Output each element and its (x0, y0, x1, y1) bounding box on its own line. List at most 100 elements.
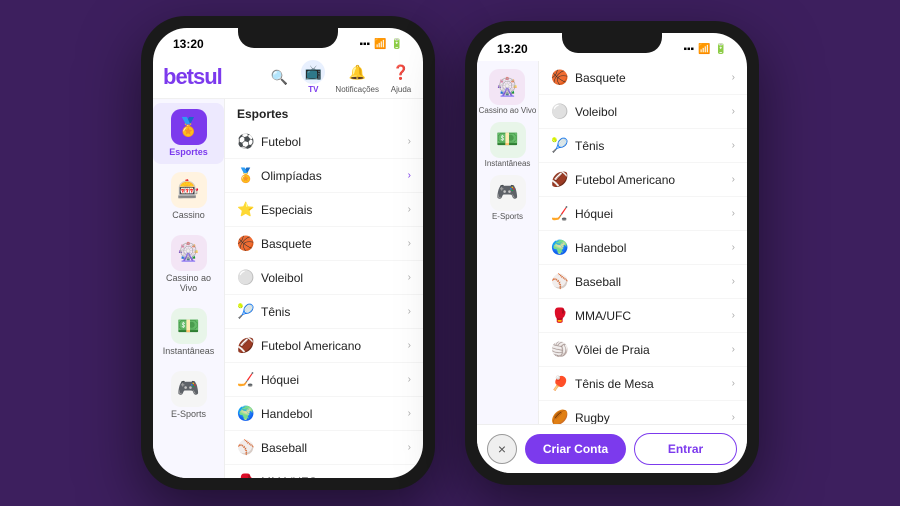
handebol-name: Handebol (261, 407, 402, 421)
notif-label: Notificações (335, 85, 379, 94)
sport-baseball[interactable]: ⚾ Baseball › (225, 431, 423, 465)
r-sport-tenis[interactable]: 🎾 Tênis › (539, 129, 747, 163)
signal-icon: ▪▪▪ (359, 39, 370, 50)
r-tenis-name: Tênis (575, 139, 726, 153)
r-sport-futebol-americano[interactable]: 🏈 Futebol Americano › (539, 163, 747, 197)
r-volei-praia-chevron: › (732, 344, 735, 355)
sport-olimpiadas[interactable]: 🏅 Olimpíadas › (225, 159, 423, 193)
notifications-nav-item[interactable]: 🔔 Notificações (335, 60, 379, 94)
handebol-chevron: › (408, 408, 411, 419)
right-battery-icon: 🔋 (715, 44, 727, 55)
basquete-chevron: › (408, 238, 411, 249)
right-instantaneas-icon: 💵 (490, 122, 526, 158)
r-rugby-chevron: › (732, 412, 735, 423)
r-baseball-chevron: › (732, 276, 735, 287)
r-volei-praia-name: Vôlei de Praia (575, 343, 726, 357)
especiais-icon: ⭐ (237, 201, 255, 218)
instantaneas-label: Instantâneas (163, 346, 215, 357)
close-button[interactable]: × (487, 434, 517, 464)
right-cassino-ao-vivo-icon: 🎡 (489, 69, 525, 105)
r-basquete-name: Basquete (575, 71, 726, 85)
r-sport-baseball[interactable]: ⚾ Baseball › (539, 265, 747, 299)
r-sport-basquete[interactable]: 🏀 Basquete › (539, 61, 747, 95)
especiais-name: Especiais (261, 203, 402, 217)
r-sport-handebol[interactable]: 🌍 Handebol › (539, 231, 747, 265)
voleibol-icon: ⚪ (237, 269, 255, 286)
cassino-ao-vivo-label: Cassino ao Vivo (157, 273, 220, 295)
sidebar-item-cassino-ao-vivo[interactable]: 🎡 Cassino ao Vivo (153, 229, 224, 301)
sport-hoquei[interactable]: 🏒 Hóquei › (225, 363, 423, 397)
cassino-ao-vivo-icon: 🎡 (171, 235, 207, 271)
sports-header: Esportes (225, 99, 423, 125)
sidebar-item-cassino[interactable]: 🎰 Cassino (153, 166, 224, 227)
baseball-name: Baseball (261, 441, 402, 455)
right-instantaneas-label: Instantâneas (485, 160, 531, 169)
help-nav-item[interactable]: ❓ Ajuda (389, 60, 413, 94)
help-label: Ajuda (391, 85, 411, 94)
sport-handebol[interactable]: 🌍 Handebol › (225, 397, 423, 431)
sport-voleibol[interactable]: ⚪ Voleibol › (225, 261, 423, 295)
baseball-chevron: › (408, 442, 411, 453)
right-sidebar-cassino-ao-vivo[interactable]: 🎡 Cassino ao Vivo (479, 69, 537, 116)
top-nav: betsul 🔍 📺 TV 🔔 Notificações ❓ (153, 56, 423, 99)
r-basquete-chevron: › (732, 72, 735, 83)
sport-basquete[interactable]: 🏀 Basquete › (225, 227, 423, 261)
r-hoquei-name: Hóquei (575, 207, 726, 221)
sport-futebol[interactable]: ⚽ Futebol › (225, 125, 423, 159)
sidebar-item-instantaneas[interactable]: 💵 Instantâneas (153, 302, 224, 363)
futebol-americano-chevron: › (408, 340, 411, 351)
mma-chevron: › (408, 476, 411, 478)
sidebar-item-esportes[interactable]: 🏅 Esportes (153, 103, 224, 164)
r-tenis-mesa-icon: 🏓 (551, 375, 569, 392)
sport-futebol-americano[interactable]: 🏈 Futebol Americano › (225, 329, 423, 363)
r-hoquei-chevron: › (732, 208, 735, 219)
right-sidebar-esports[interactable]: 🎮 E-Sports (490, 175, 526, 222)
tv-label: TV (308, 85, 318, 94)
criar-conta-button[interactable]: Criar Conta (525, 434, 626, 464)
entrar-button[interactable]: Entrar (634, 433, 737, 465)
bottom-bar: × Criar Conta Entrar (477, 424, 747, 473)
r-tenis-mesa-chevron: › (732, 378, 735, 389)
sport-mma[interactable]: 🥊 MMA/UFC › (225, 465, 423, 478)
right-sidebar-instantaneas[interactable]: 💵 Instantâneas (485, 122, 531, 169)
hoquei-icon: 🏒 (237, 371, 255, 388)
r-mma-chevron: › (732, 310, 735, 321)
cassino-icon: 🎰 (171, 172, 207, 208)
right-sports-list: 🏀 Basquete › ⚪ Voleibol › 🎾 Tênis › (539, 61, 747, 427)
sport-tenis[interactable]: 🎾 Tênis › (225, 295, 423, 329)
olimpiadas-icon: 🏅 (237, 167, 255, 184)
r-sport-tenis-de-mesa[interactable]: 🏓 Tênis de Mesa › (539, 367, 747, 401)
esportes-icon: 🏅 (171, 109, 207, 145)
sport-especiais[interactable]: ⭐ Especiais › (225, 193, 423, 227)
r-handebol-icon: 🌍 (551, 239, 569, 256)
sidebar-item-esports[interactable]: 🎮 E-Sports (153, 365, 224, 426)
futebol-americano-name: Futebol Americano (261, 339, 402, 353)
futebol-chevron: › (408, 136, 411, 147)
r-mma-name: MMA/UFC (575, 309, 726, 323)
search-nav-item[interactable]: 🔍 (267, 65, 291, 89)
r-sport-mma[interactable]: 🥊 MMA/UFC › (539, 299, 747, 333)
especiais-chevron: › (408, 204, 411, 215)
status-icons: ▪▪▪ 📶 🔋 (359, 39, 403, 50)
help-icon: ❓ (389, 60, 413, 84)
voleibol-chevron: › (408, 272, 411, 283)
betsul-logo: betsul (163, 64, 259, 90)
r-volei-praia-icon: 🏐 (551, 341, 569, 358)
voleibol-name: Voleibol (261, 271, 402, 285)
r-baseball-name: Baseball (575, 275, 726, 289)
r-hoquei-icon: 🏒 (551, 205, 569, 222)
bell-icon: 🔔 (345, 60, 369, 84)
handebol-icon: 🌍 (237, 405, 255, 422)
right-cassino-ao-vivo-label: Cassino ao Vivo (479, 107, 537, 116)
search-icon: 🔍 (267, 65, 291, 89)
tv-nav-item[interactable]: 📺 TV (301, 60, 325, 94)
esportes-label: Esportes (169, 147, 208, 158)
r-sport-voleibol[interactable]: ⚪ Voleibol › (539, 95, 747, 129)
instantaneas-icon: 💵 (171, 308, 207, 344)
wifi-icon: 📶 (374, 39, 386, 50)
right-body: 🎡 Cassino ao Vivo 💵 Instantâneas 🎮 E-Spo… (477, 61, 747, 427)
r-sport-volei-de-praia[interactable]: 🏐 Vôlei de Praia › (539, 333, 747, 367)
tv-icon: 📺 (301, 60, 325, 84)
sports-list: Esportes ⚽ Futebol › 🏅 Olimpíadas › ⭐ Es… (225, 99, 423, 478)
r-sport-hoquei[interactable]: 🏒 Hóquei › (539, 197, 747, 231)
